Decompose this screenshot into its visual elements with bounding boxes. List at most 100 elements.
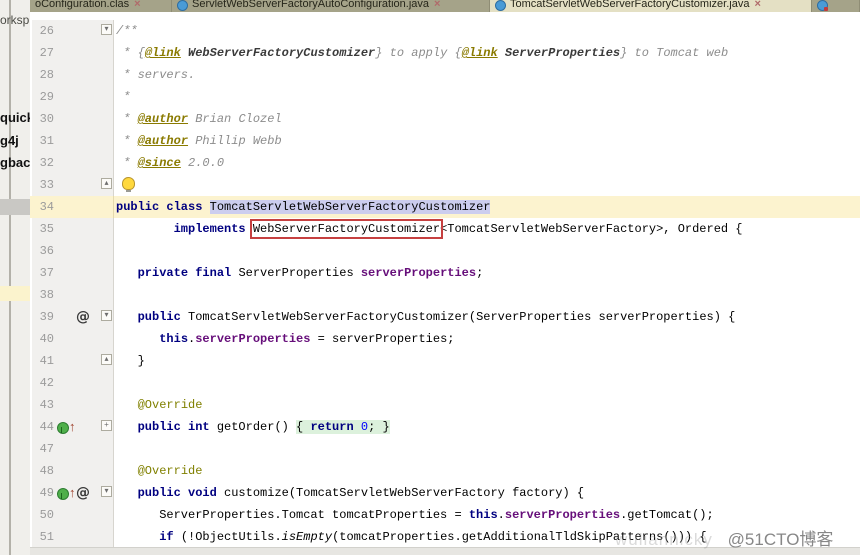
code-token: getOrder() — [216, 420, 297, 434]
editor-tab[interactable]: ServletWebServerFactoryAutoConfiguration… — [172, 0, 490, 12]
close-tab-icon[interactable]: × — [434, 0, 440, 11]
code-line[interactable]: 49↑@▾ public void customize(TomcatServle… — [30, 482, 860, 508]
project-tree-highlight-row[interactable] — [0, 286, 30, 301]
gutter-icons — [54, 284, 100, 306]
gutter-icons — [54, 460, 100, 482]
project-panel[interactable]: orksp quick g4j gbac — [0, 0, 31, 555]
fold-column — [100, 460, 114, 482]
editor-tab[interactable]: TomcatServletWebServerFactoryCustomizer.… — [490, 0, 812, 12]
fold-column — [100, 130, 114, 152]
code-line[interactable]: 28 * servers. — [30, 64, 860, 86]
code-line[interactable]: 29 * — [30, 86, 860, 108]
fold-marker-icon[interactable]: ▾ — [101, 486, 112, 498]
code-line[interactable]: 35 implements WebServerFactoryCustomizer… — [30, 218, 860, 240]
implements-method-gutter-icon[interactable] — [57, 420, 69, 442]
code-line[interactable]: 32 * @since 2.0.0 — [30, 152, 860, 174]
code-text: * {@link WebServerFactoryCustomizer} to … — [114, 42, 860, 64]
project-tree-item[interactable]: orksp — [0, 13, 29, 27]
project-tree-item[interactable]: g4j — [0, 133, 19, 148]
code-token: implements — [173, 222, 253, 236]
java-class-icon — [817, 0, 828, 11]
code-line[interactable]: 33 ▴ — [30, 174, 860, 196]
code-text — [114, 174, 860, 196]
line-number: 31 — [32, 130, 54, 152]
fold-column: ▾ — [100, 306, 114, 328]
code-line[interactable]: 50 ServerProperties.Tomcat tomcatPropert… — [30, 504, 860, 526]
line-number: 30 — [32, 108, 54, 130]
code-token: public void — [137, 486, 225, 500]
close-tab-icon[interactable]: × — [754, 0, 760, 11]
project-tree-item[interactable]: gbac — [0, 155, 30, 170]
fold-column — [100, 394, 114, 416]
code-line[interactable]: 44 ↑ + public int getOrder() { return 0; } — [30, 416, 860, 442]
code-text: } — [114, 350, 860, 372]
fold-column — [100, 42, 114, 64]
gutter-icons — [54, 350, 100, 372]
fold-column — [100, 196, 114, 218]
fold-marker-icon[interactable]: ▾ — [101, 24, 112, 36]
gutter-icons — [54, 526, 100, 548]
fold-marker-icon[interactable]: ▴ — [101, 354, 112, 366]
gutter-icons — [54, 262, 100, 284]
code-token: = serverProperties; — [310, 332, 455, 346]
at-annotation-gutter-icon[interactable]: @ — [76, 482, 90, 504]
code-line[interactable]: 48 @Override — [30, 460, 860, 482]
fold-column — [100, 504, 114, 526]
code-token: ; } — [368, 420, 390, 434]
code-text: implements WebServerFactoryCustomizer<To… — [114, 218, 860, 240]
fold-column: ▾ — [100, 482, 114, 504]
code-line[interactable]: 37 private final ServerProperties server… — [30, 262, 860, 284]
code-token: TomcatServletWebServerFactoryCustomizer — [209, 200, 491, 214]
code-token: .getTomcat(); — [620, 508, 714, 522]
gutter-icons — [54, 20, 100, 42]
code-token: serverProperties — [504, 508, 621, 522]
fold-marker-icon[interactable]: ▾ — [101, 310, 112, 322]
line-number: 36 — [32, 240, 54, 262]
implements-method-gutter-icon[interactable] — [57, 486, 69, 508]
gutter-icons: ↑@ — [54, 482, 100, 508]
horizontal-scrollbar[interactable] — [30, 547, 860, 555]
code-token: serverProperties — [360, 266, 477, 280]
code-token: @author — [137, 112, 189, 126]
editor-tab[interactable]: oConfiguration.clas × — [30, 0, 172, 12]
code-editor[interactable]: 26 ▾/** 27 * {@link WebServerFactoryCustom… — [30, 12, 860, 548]
code-token: ; — [476, 266, 484, 280]
code-line[interactable]: 27 * {@link WebServerFactoryCustomizer} … — [30, 42, 860, 64]
gutter-icons: @ — [54, 306, 100, 328]
code-line[interactable]: 26 ▾ /** — [30, 20, 860, 42]
fold-column — [100, 218, 114, 240]
code-line[interactable]: 40 this.serverProperties = serverPropert… — [30, 328, 860, 350]
code-line[interactable]: 36 — [30, 240, 860, 262]
code-line[interactable]: 41 ▴ } — [30, 350, 860, 372]
code-line[interactable]: 34 public class TomcatServletWebServerFac… — [30, 196, 860, 218]
code-line[interactable]: 31 * @author Phillip Webb — [30, 130, 860, 152]
project-tree-selected-row[interactable] — [0, 199, 30, 215]
project-tree-item[interactable]: quick — [0, 110, 30, 125]
code-line[interactable]: 43 @Override — [30, 394, 860, 416]
code-line[interactable]: 42 — [30, 372, 860, 394]
fold-marker-icon[interactable]: + — [101, 420, 112, 432]
line-number: 49 — [32, 482, 54, 504]
editor-tab[interactable] — [812, 0, 860, 12]
code-token: @link — [461, 46, 498, 60]
code-line[interactable]: 38 — [30, 284, 860, 306]
code-token: return — [310, 420, 361, 434]
intention-bulb-icon[interactable] — [122, 177, 135, 192]
code-token: customize(TomcatServletWebServerFactory … — [224, 486, 585, 500]
code-text: public TomcatServletWebServerFactoryCust… — [114, 306, 860, 328]
gutter-icons — [54, 240, 100, 262]
code-line[interactable]: 30 * @author Brian Clozel — [30, 108, 860, 130]
code-line[interactable]: 51 if (!ObjectUtils.isEmpty(tomcatProper… — [30, 526, 860, 548]
code-line[interactable]: 47 — [30, 438, 860, 460]
code-token: @Override — [137, 398, 203, 412]
fold-marker-icon[interactable]: ▴ — [101, 178, 112, 190]
tab-label: oConfiguration.clas — [35, 0, 130, 10]
code-line[interactable]: 39 @ ▾ public TomcatServletWebServerFactor… — [30, 306, 860, 328]
close-tab-icon[interactable]: × — [134, 0, 140, 11]
at-annotation-gutter-icon[interactable]: @ — [76, 306, 90, 328]
code-token: WebServerFactoryCustomizer — [249, 219, 444, 239]
code-token: if — [159, 530, 181, 544]
